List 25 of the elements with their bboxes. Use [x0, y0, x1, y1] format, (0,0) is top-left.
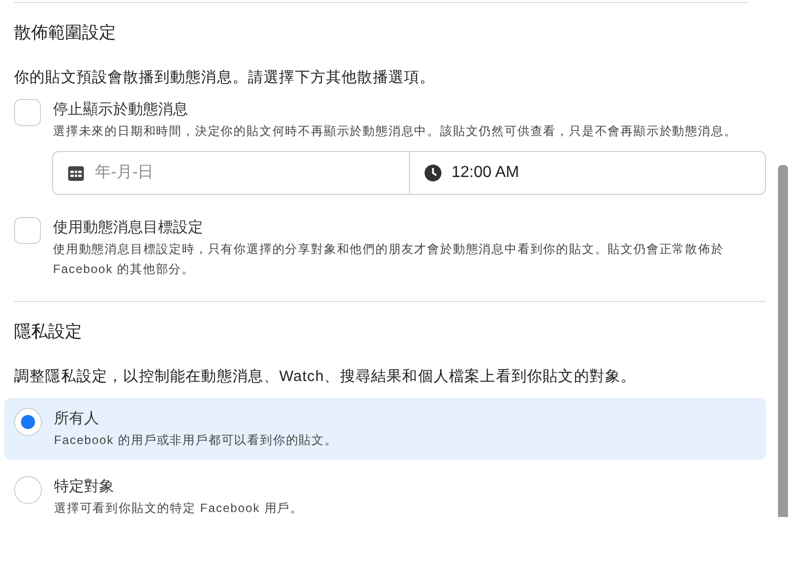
option-label: 使用動態消息目標設定	[53, 218, 204, 238]
scrollbar[interactable]	[778, 165, 788, 517]
option-label: 停止顯示於動態消息	[53, 100, 189, 120]
section-description: 你的貼文預設會散播到動態消息。請選擇下方其他散播選項。	[14, 68, 436, 87]
date-input[interactable]: 年-月-日	[95, 152, 408, 194]
checkbox[interactable]	[14, 217, 41, 244]
date-field[interactable]: 年-月-日	[52, 151, 410, 195]
option-description: 選擇可看到你貼文的特定 Facebook 用戶。	[54, 500, 303, 517]
privacy-option[interactable]: 所有人 Facebook 的用戶或非用戶都可以看到你的貼文。	[4, 398, 766, 460]
section-title: 散佈範圍設定	[14, 22, 117, 44]
time-field[interactable]: 12:00 AM	[410, 151, 766, 195]
section-title: 隱私設定	[14, 321, 83, 343]
option-description: Facebook 的用戶或非用戶都可以看到你的貼文。	[54, 432, 338, 449]
calendar-icon	[67, 164, 85, 182]
privacy-option[interactable]: 特定對象 選擇可看到你貼文的特定 Facebook 用戶。	[4, 466, 766, 528]
option-label: 所有人	[54, 409, 100, 429]
radio-button[interactable]	[14, 476, 42, 504]
option-description: 使用動態消息目標設定時，只有你選擇的分享對象和他們的朋友才會於動態消息中看到你的貼文。貼文仍會正常散佈於 Facebook 的其他部分。	[53, 241, 725, 278]
section-description: 調整隱私設定，以控制能在動態消息、Watch、搜尋結果和個人檔案上看到你貼文的對象。	[14, 367, 638, 386]
option-label: 特定對象	[54, 477, 115, 497]
time-input[interactable]: 12:00 AM	[452, 152, 765, 194]
radio-button[interactable]	[14, 408, 42, 436]
clock-icon	[424, 164, 442, 182]
checkbox[interactable]	[14, 99, 41, 126]
option-description: 選擇未來的日期和時間，決定你的貼文何時不再顯示於動態消息中。該貼文仍然可供查看，只是不會再顯示於動態消息。	[53, 123, 737, 140]
